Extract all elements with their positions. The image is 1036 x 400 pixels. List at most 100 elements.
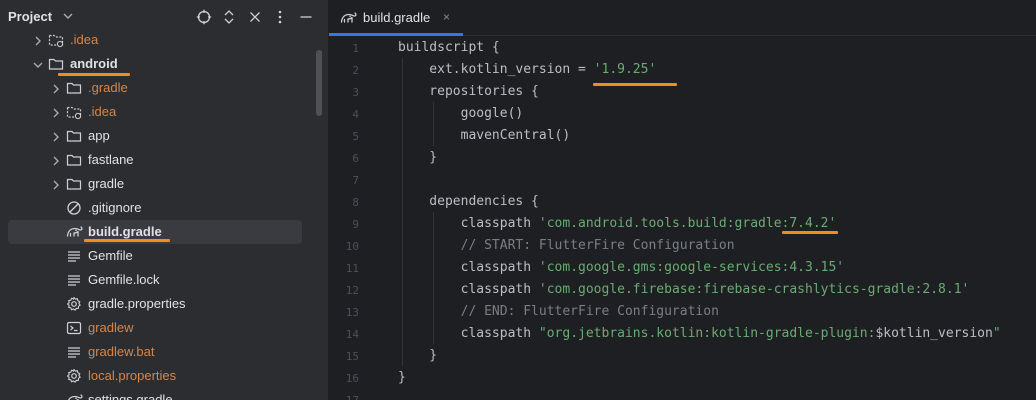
tree-item[interactable]: .gitignore	[8, 196, 302, 220]
chevron-down-icon[interactable]	[62, 9, 74, 28]
code-line[interactable]: mavenCentral()	[398, 125, 571, 147]
tree-item-label: local.properties	[88, 368, 177, 383]
chevron-right-icon[interactable]	[50, 82, 62, 94]
code-token: dependencies {	[398, 194, 539, 209]
highlight-underline	[782, 231, 838, 234]
minimize-icon[interactable]	[296, 7, 316, 27]
tree-item-label: .idea	[70, 32, 99, 47]
tree-item[interactable]: settings.gradle	[8, 388, 302, 400]
highlight-underline	[84, 239, 170, 242]
tree-item-label: gradle	[88, 176, 125, 191]
tree-item-label: gradlew.bat	[88, 344, 155, 359]
settings-file-icon	[66, 368, 82, 384]
tree-item[interactable]: gradlew	[8, 316, 302, 340]
text-file-icon	[66, 248, 82, 264]
line-number: 1	[352, 42, 359, 55]
tree-item[interactable]: gradle	[8, 172, 302, 196]
chevron-right-icon[interactable]	[50, 178, 62, 190]
tree-item-label: .gradle	[88, 80, 128, 95]
code-token: classpath	[398, 260, 539, 275]
tab-build-gradle[interactable]: build.gradle ×	[329, 0, 463, 36]
folder-icon	[48, 56, 64, 72]
tree-item-label: gradlew	[88, 320, 134, 335]
folder-icon	[66, 176, 82, 192]
code-line[interactable]: // START: FlutterFire Configuration	[398, 235, 735, 257]
chevron-right-icon[interactable]	[32, 34, 44, 46]
locate-icon[interactable]	[194, 7, 214, 27]
tree-item-label: build.gradle	[88, 224, 162, 239]
chevron-right-icon[interactable]	[50, 130, 62, 142]
code-line[interactable]: }	[398, 345, 437, 367]
code-line[interactable]: classpath 'com.google.firebase:firebase-…	[398, 279, 970, 301]
idea-folder-icon	[48, 32, 64, 48]
tree-item[interactable]: .idea	[8, 100, 302, 124]
gradle-icon	[340, 10, 358, 31]
more-options-icon[interactable]	[270, 7, 290, 27]
code-string: "	[992, 326, 1001, 341]
code-token: buildscript {	[398, 40, 500, 55]
tree-item[interactable]: gradle.properties	[8, 292, 302, 316]
line-number: 13	[345, 306, 359, 319]
tree-item[interactable]: app	[8, 124, 302, 148]
code-string: 'com.google.firebase:firebase-crashlytic…	[538, 282, 970, 297]
indent-guide	[402, 58, 403, 366]
line-number: 16	[345, 372, 359, 385]
tree-item[interactable]: Gemfile	[8, 244, 302, 268]
code-token: }	[398, 150, 438, 165]
line-number: 9	[352, 218, 359, 231]
ignore-file-icon	[66, 200, 82, 216]
tree-item-label: app	[88, 128, 110, 143]
gradle-icon	[66, 392, 83, 400]
code-line[interactable]: dependencies {	[398, 191, 539, 213]
tab-label: build.gradle	[363, 10, 431, 25]
line-number: 12	[345, 284, 359, 297]
tree-item-label: fastlane	[88, 152, 134, 167]
code-line[interactable]: }	[398, 367, 406, 389]
close-icon[interactable]	[245, 7, 265, 27]
code-string: 'com.google.gms:google-services:4.3.15'	[538, 260, 845, 275]
code-line[interactable]: google()	[398, 103, 524, 125]
tree-item[interactable]: .idea	[8, 28, 302, 52]
settings-file-icon	[66, 296, 82, 312]
chevron-right-icon[interactable]	[50, 154, 62, 166]
code-line[interactable]: // END: FlutterFire Configuration	[398, 301, 719, 323]
tree-item[interactable]: android	[8, 52, 302, 76]
tab-close-icon[interactable]: ×	[443, 10, 450, 24]
line-number: 7	[352, 174, 359, 187]
highlight-underline	[58, 73, 130, 76]
chevron-down-icon[interactable]	[32, 58, 44, 70]
tree-item[interactable]: gradlew.bat	[8, 340, 302, 364]
line-number: 4	[352, 108, 359, 121]
code-line[interactable]: }	[398, 147, 437, 169]
code-editor[interactable]: build.gradle × 1234567891011121314151617…	[329, 0, 1036, 400]
tree-item[interactable]: Gemfile.lock	[8, 268, 302, 292]
text-file-icon	[66, 272, 82, 288]
tree-item[interactable]: .gradle	[8, 76, 302, 100]
expand-collapse-icon[interactable]	[219, 7, 239, 27]
idea-folder-icon	[66, 104, 82, 120]
code-line[interactable]: classpath 'com.android.tools.build:gradl…	[398, 213, 837, 235]
code-comment: // END: FlutterFire Configuration	[398, 304, 719, 319]
code-string: '1.9.25'	[593, 62, 657, 77]
tree-item[interactable]: local.properties	[8, 364, 302, 388]
code-line[interactable]: repositories {	[398, 81, 539, 103]
chevron-right-icon[interactable]	[50, 106, 62, 118]
code-line[interactable]: buildscript {	[398, 37, 500, 59]
project-view-selector[interactable]: Project	[8, 9, 52, 24]
code-line[interactable]: classpath 'com.google.gms:google-service…	[398, 257, 845, 279]
folder-icon	[66, 152, 82, 168]
tree-item[interactable]: fastlane	[8, 148, 302, 172]
code-token: google()	[398, 106, 524, 121]
highlight-underline	[593, 83, 677, 86]
tree-item-label: .gitignore	[88, 200, 142, 215]
line-number-gutter: 1234567891011121314151617	[329, 36, 369, 400]
shell-script-icon	[66, 320, 82, 336]
indent-guide	[433, 102, 434, 146]
code-line[interactable]: classpath "org.jetbrains.kotlin:kotlin-g…	[398, 323, 1001, 345]
code-token: }	[398, 348, 438, 363]
tree-item-label: Gemfile.lock	[88, 272, 160, 287]
tree-scrollbar[interactable]	[316, 50, 322, 116]
code-line[interactable]: ext.kotlin_version = '1.9.25'	[398, 59, 656, 81]
code-token: classpath	[398, 216, 539, 231]
code-token: repositories {	[398, 84, 539, 99]
